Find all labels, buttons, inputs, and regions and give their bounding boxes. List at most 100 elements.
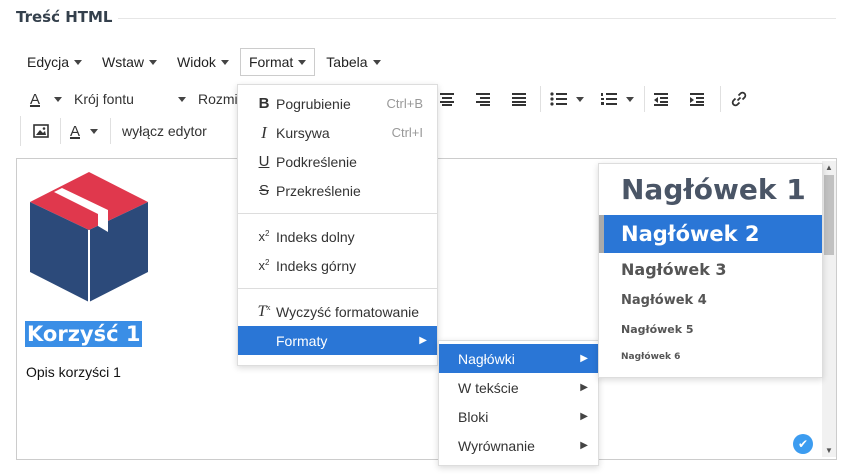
scrollbar-thumb[interactable] — [824, 175, 834, 255]
outdent-button[interactable] — [648, 84, 674, 114]
submenu-item-label: Bloki — [458, 408, 489, 425]
submenu-item-label: Wyrównanie — [458, 437, 535, 454]
heading-5-option[interactable]: Nagłówek 5 — [599, 315, 822, 343]
chevron-right-icon: ▶ — [580, 353, 588, 364]
align-center-icon — [440, 93, 454, 106]
submenu-item-alignment[interactable]: Wyrównanie ▶ — [439, 431, 598, 460]
formats-submenu: Nagłówki ▶ W tekście ▶ Bloki ▶ Wyrównani… — [438, 340, 599, 466]
benefit-description[interactable]: Opis korzyści 1 — [26, 364, 121, 380]
menu-item-formats[interactable]: Formaty ▶ — [238, 326, 437, 355]
menu-item-label: Indeks górny — [276, 257, 357, 274]
heading-1-option[interactable]: Nagłówek 1 — [599, 164, 822, 215]
numbered-list-icon — [601, 93, 617, 105]
chevron-right-icon: ▶ — [580, 382, 588, 393]
chevron-down-icon — [74, 59, 83, 65]
superscript-icon: x2 — [258, 258, 270, 273]
font-color-button[interactable]: A — [22, 84, 70, 114]
menu-wstaw[interactable]: Wstaw — [93, 48, 166, 76]
font-family-select[interactable]: Krój fontu — [74, 84, 186, 114]
menu-item-strikethrough[interactable]: S Przekreślenie — [238, 176, 437, 205]
menu-item-superscript[interactable]: x2 Indeks górny — [238, 251, 437, 280]
toolbar-separator — [60, 118, 61, 144]
menu-item-label: Indeks dolny — [276, 228, 355, 245]
menu-item-label: Formaty — [276, 332, 328, 349]
menu-item-label: Kursywa — [276, 124, 330, 141]
menu-tabela[interactable]: Tabela — [317, 48, 389, 76]
chevron-right-icon: ▶ — [419, 335, 427, 346]
heading-4-option[interactable]: Nagłówek 4 — [599, 285, 822, 315]
menu-item-bold[interactable]: B Pogrubienie Ctrl+B — [238, 89, 437, 118]
submenu-item-inline[interactable]: W tekście ▶ — [439, 373, 598, 402]
menu-widok[interactable]: Widok — [168, 48, 238, 76]
menu-item-subscript[interactable]: x2 Indeks dolny — [238, 222, 437, 251]
disable-editor-button[interactable]: wyłącz edytor — [122, 116, 218, 146]
heading-6-option[interactable]: Nagłówek 6 — [599, 343, 822, 371]
chevron-down-icon — [220, 59, 229, 65]
submenu-item-headings[interactable]: Nagłówki ▶ — [439, 344, 598, 373]
menu-separator — [238, 288, 437, 289]
menu-label: Widok — [177, 54, 216, 70]
menu-item-label: Wyczyść formatowanie — [276, 303, 420, 320]
align-justify-button[interactable] — [506, 84, 532, 114]
bullet-list-button[interactable] — [546, 84, 588, 114]
menu-label: Format — [248, 54, 294, 70]
link-icon — [731, 91, 747, 107]
benefit-heading[interactable]: Korzyść 1 — [25, 321, 143, 347]
chevron-down-icon — [576, 96, 584, 102]
editor-scrollbar[interactable]: ▲ ▼ — [822, 161, 836, 457]
toolbar-separator — [20, 116, 21, 146]
clear-format-icon: Tx — [257, 302, 271, 320]
shortcut-label: Ctrl+B — [386, 96, 423, 111]
heading-2-option[interactable]: Nagłówek 2 — [599, 215, 822, 253]
heading-3-option[interactable]: Nagłówek 3 — [599, 253, 822, 285]
chevron-right-icon: ▶ — [580, 440, 588, 451]
menubar: Edycja Wstaw Widok Format Tabela — [18, 47, 392, 77]
chevron-down-icon — [90, 128, 98, 134]
chevron-down-icon — [149, 59, 158, 65]
menu-item-clear-formatting[interactable]: Tx Wyczyść formatowanie — [238, 297, 437, 326]
underline-icon: U — [258, 153, 270, 170]
chevron-down-icon — [372, 59, 381, 65]
indent-icon — [690, 93, 704, 106]
chevron-down-icon — [626, 96, 634, 102]
disable-editor-label: wyłącz edytor — [122, 123, 207, 139]
menu-label: Tabela — [326, 54, 368, 70]
scroll-down-icon[interactable]: ▼ — [825, 446, 833, 455]
font-size-select[interactable]: Rozmi — [198, 84, 238, 114]
outdent-icon — [654, 93, 668, 106]
headings-submenu: Nagłówek 1 Nagłówek 2 Nagłówek 3 Nagłówe… — [598, 163, 823, 378]
font-family-value: Krój fontu — [74, 91, 134, 107]
insert-link-button[interactable] — [726, 84, 752, 114]
menu-item-label: Podkreślenie — [276, 153, 357, 170]
menu-item-underline[interactable]: U Podkreślenie — [238, 147, 437, 176]
bold-icon: B — [258, 95, 270, 112]
submenu-item-blocks[interactable]: Bloki ▶ — [439, 402, 598, 431]
menu-item-label: Przekreślenie — [276, 182, 361, 199]
title-divider — [118, 18, 836, 19]
align-justify-icon — [512, 93, 526, 106]
menu-item-label: Pogrubienie — [276, 95, 351, 112]
font-color-icon: A — [69, 122, 80, 140]
indent-button[interactable] — [684, 84, 710, 114]
shortcut-label: Ctrl+I — [391, 125, 423, 140]
align-right-button[interactable] — [470, 84, 496, 114]
background-color-button[interactable]: A — [64, 116, 104, 146]
menu-item-italic[interactable]: I Kursywa Ctrl+I — [238, 118, 437, 147]
submenu-item-label: Nagłówki — [458, 350, 515, 367]
chevron-down-icon — [178, 96, 186, 102]
menu-edycja[interactable]: Edycja — [18, 48, 91, 76]
strikethrough-icon: S — [258, 182, 269, 199]
font-color-icon: A — [29, 90, 40, 108]
insert-image-button[interactable] — [28, 116, 54, 146]
menu-format[interactable]: Format — [239, 48, 316, 76]
chevron-down-icon — [298, 59, 307, 65]
align-right-icon — [476, 93, 490, 106]
chevron-right-icon: ▶ — [580, 411, 588, 422]
scroll-up-icon[interactable]: ▲ — [825, 163, 833, 172]
toolbar-separator — [540, 86, 541, 112]
chevron-down-icon — [54, 96, 62, 102]
numbered-list-button[interactable] — [596, 84, 638, 114]
checkmark-icon[interactable]: ✔ — [793, 434, 813, 454]
bullet-list-icon — [550, 92, 567, 106]
menu-label: Edycja — [27, 54, 70, 70]
